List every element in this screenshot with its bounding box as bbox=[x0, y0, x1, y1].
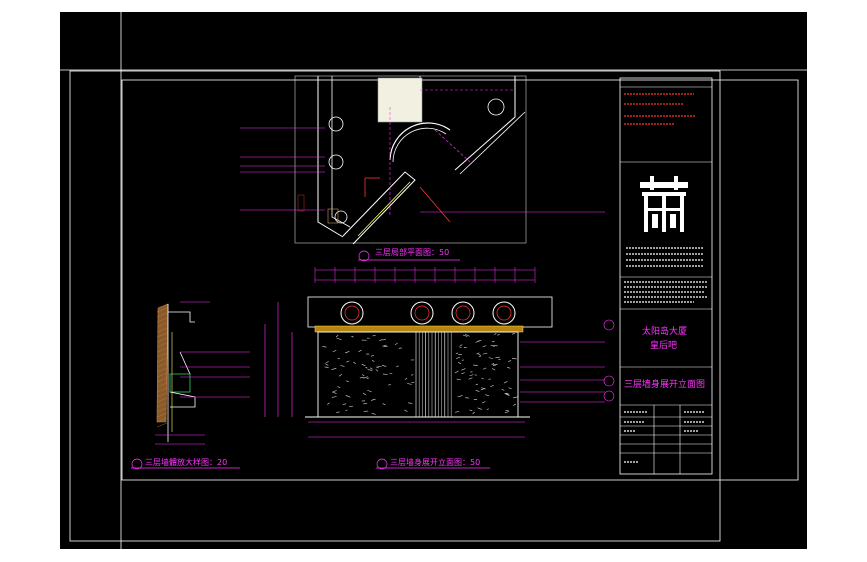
plan-lamp-4 bbox=[334, 210, 348, 224]
section-cabinet bbox=[169, 373, 191, 393]
section-wall-hatch bbox=[156, 303, 169, 423]
elev-lamps bbox=[340, 301, 516, 325]
elev-lamp-1 bbox=[340, 301, 364, 325]
drawing-title: 三层墙身展开立面图 bbox=[624, 380, 706, 390]
title-block-frame bbox=[619, 77, 713, 475]
elevation-view bbox=[264, 267, 615, 470]
plan-lamp-1 bbox=[328, 116, 344, 132]
title-block-logo bbox=[640, 176, 688, 232]
section-title-bubble bbox=[131, 458, 143, 470]
elev-lamp-4 bbox=[492, 301, 516, 325]
plan-diagonal-wall bbox=[342, 171, 416, 245]
elev-lamp-2 bbox=[410, 301, 434, 325]
plan-wall-left bbox=[317, 76, 344, 238]
elevation-view-title: 三层墙身展开立面图：50 bbox=[390, 458, 481, 467]
plan-lamp-3 bbox=[487, 98, 505, 116]
plan-kiosk-box bbox=[377, 77, 423, 123]
elev-lamp-3 bbox=[451, 301, 475, 325]
elev-beam bbox=[314, 325, 524, 333]
plan-view bbox=[240, 75, 605, 262]
elev-title-bubble bbox=[376, 458, 388, 470]
cad-viewport[interactable]: 三层局部平面图：50 三层墙身展开立面图：50 三层墙體放大样图：20 太阳岛大… bbox=[60, 12, 807, 549]
elev-wall-panel bbox=[317, 331, 519, 418]
plan-lamp-2 bbox=[328, 154, 344, 170]
plan-view-title: 三层局部平面图：50 bbox=[375, 248, 450, 257]
section-view-title: 三层墙體放大样图：20 bbox=[145, 458, 228, 467]
cad-drawing-canvas bbox=[60, 12, 807, 549]
plan-title-bubble bbox=[358, 250, 370, 262]
section-view bbox=[131, 301, 250, 470]
title-block bbox=[619, 77, 713, 475]
project-name-line-1: 太阳岛大厦 bbox=[642, 327, 688, 337]
project-name-line-2: 皇后吧 bbox=[650, 341, 678, 351]
